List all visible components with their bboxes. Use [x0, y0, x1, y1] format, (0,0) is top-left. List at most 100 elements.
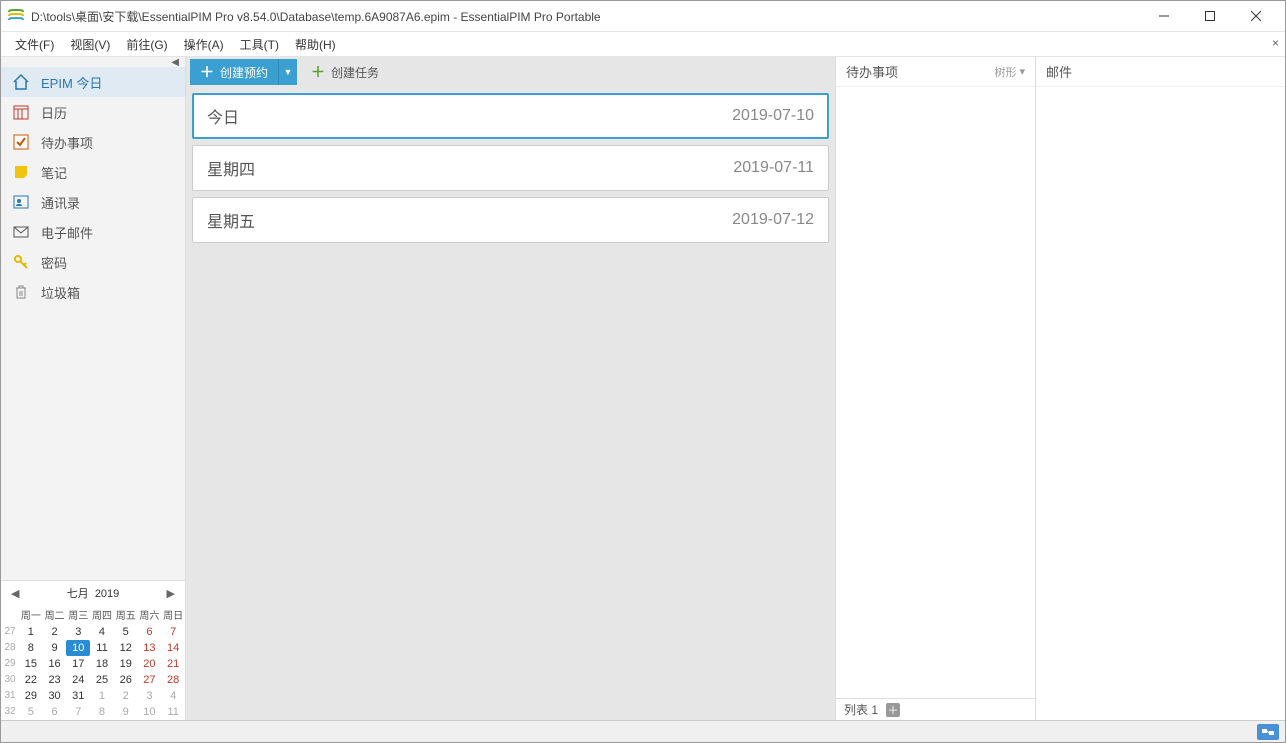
- content-toolbar: ＋ 创建预约 ▼ ＋ 创建任务: [186, 57, 835, 87]
- day-date: 2019-07-10: [732, 107, 814, 125]
- week-number: 30: [1, 672, 19, 688]
- create-appointment-button[interactable]: ＋ 创建预约: [190, 59, 279, 85]
- calendar-day[interactable]: 10: [138, 704, 162, 720]
- close-button[interactable]: [1233, 1, 1279, 31]
- calendar-day[interactable]: 24: [66, 672, 90, 688]
- sidebar-collapse-button[interactable]: ◀: [1, 57, 185, 67]
- sidebar-item-contacts[interactable]: 通讯录: [1, 187, 185, 217]
- menu-file[interactable]: 文件(F): [7, 32, 62, 57]
- chevron-down-icon: ▼: [284, 67, 293, 77]
- add-list-button[interactable]: ＋: [886, 703, 900, 717]
- day-card[interactable]: 星期五2019-07-12: [192, 197, 829, 243]
- calendar-day[interactable]: 3: [66, 624, 90, 640]
- main-area: ◀ EPIM 今日 日历 待办事项 笔记: [1, 57, 1285, 720]
- menubar: 文件(F) 视图(V) 前往(G) 操作(A) 工具(T) 帮助(H) ×: [1, 31, 1285, 57]
- week-number: 32: [1, 704, 19, 720]
- calendar-day[interactable]: 17: [66, 656, 90, 672]
- contacts-icon: [11, 192, 31, 212]
- week-number: 27: [1, 624, 19, 640]
- calendar-day[interactable]: 23: [43, 672, 67, 688]
- network-status-icon[interactable]: [1257, 724, 1279, 740]
- calendar-day[interactable]: 11: [161, 704, 185, 720]
- calendar-day[interactable]: 18: [90, 656, 114, 672]
- calendar-day[interactable]: 12: [114, 640, 138, 656]
- calendar-day[interactable]: 14: [161, 640, 185, 656]
- menubar-close-icon[interactable]: ×: [1272, 36, 1279, 50]
- sidebar-item-passwords[interactable]: 密码: [1, 247, 185, 277]
- menu-action[interactable]: 操作(A): [176, 32, 232, 57]
- calendar-day[interactable]: 16: [43, 656, 67, 672]
- minimize-button[interactable]: [1141, 1, 1187, 31]
- calendar-day[interactable]: 9: [43, 640, 67, 656]
- day-list: 今日2019-07-10 星期四2019-07-11 星期五2019-07-12: [186, 87, 835, 243]
- calendar-day[interactable]: 6: [43, 704, 67, 720]
- sidebar-item-todo[interactable]: 待办事项: [1, 127, 185, 157]
- menu-goto[interactable]: 前往(G): [118, 32, 175, 57]
- prev-month-button[interactable]: ◀: [7, 587, 23, 600]
- calendar-day[interactable]: 1: [19, 624, 43, 640]
- calendar-day[interactable]: 25: [90, 672, 114, 688]
- calendar-day[interactable]: 21: [161, 656, 185, 672]
- menu-help[interactable]: 帮助(H): [287, 32, 344, 57]
- calendar-day[interactable]: 4: [161, 688, 185, 704]
- menu-tools[interactable]: 工具(T): [232, 32, 287, 57]
- create-appointment-group: ＋ 创建预约 ▼: [190, 59, 297, 85]
- calendar-day[interactable]: 9: [114, 704, 138, 720]
- calendar-day[interactable]: 29: [19, 688, 43, 704]
- calendar-day[interactable]: 2: [114, 688, 138, 704]
- calendar-day[interactable]: 1: [90, 688, 114, 704]
- calendar-day[interactable]: 7: [66, 704, 90, 720]
- calendar-day[interactable]: 6: [138, 624, 162, 640]
- content-area: ＋ 创建预约 ▼ ＋ 创建任务 今日2019-07-10 星期四2019-07-1…: [186, 57, 835, 720]
- weekday-header: 周一: [19, 605, 43, 624]
- sidebar-item-epim-today[interactable]: EPIM 今日: [1, 67, 185, 97]
- todo-view-mode-dropdown[interactable]: 树形 ▾: [994, 64, 1025, 80]
- calendar-day[interactable]: 22: [19, 672, 43, 688]
- calendar-day[interactable]: 19: [114, 656, 138, 672]
- calendar-day[interactable]: 27: [138, 672, 162, 688]
- calendar-day[interactable]: 28: [161, 672, 185, 688]
- sidebar-item-notes[interactable]: 笔记: [1, 157, 185, 187]
- sidebar-item-calendar[interactable]: 日历: [1, 97, 185, 127]
- calendar-day[interactable]: 20: [138, 656, 162, 672]
- calendar-day[interactable]: 2: [43, 624, 67, 640]
- maximize-button[interactable]: [1187, 1, 1233, 31]
- day-card[interactable]: 星期四2019-07-11: [192, 145, 829, 191]
- calendar-day[interactable]: 31: [66, 688, 90, 704]
- mail-icon: [11, 222, 31, 242]
- create-appointment-dropdown[interactable]: ▼: [279, 59, 297, 85]
- calendar-day[interactable]: 7: [161, 624, 185, 640]
- calendar-day[interactable]: 10: [66, 640, 90, 656]
- calendar-day[interactable]: 8: [19, 640, 43, 656]
- sidebar-item-trash[interactable]: 垃圾箱: [1, 277, 185, 307]
- mini-calendar-grid: 周一周二周三周四周五周六周日27123456728891011121314291…: [1, 605, 185, 720]
- calendar-icon: [11, 102, 31, 122]
- calendar-day[interactable]: 15: [19, 656, 43, 672]
- calendar-day[interactable]: 11: [90, 640, 114, 656]
- calendar-day[interactable]: 5: [19, 704, 43, 720]
- panel-title: 邮件: [1046, 62, 1072, 81]
- calendar-day[interactable]: 13: [138, 640, 162, 656]
- list-tab[interactable]: 列表 1: [844, 701, 878, 718]
- calendar-day[interactable]: 3: [138, 688, 162, 704]
- calendar-day[interactable]: 5: [114, 624, 138, 640]
- day-date: 2019-07-11: [733, 159, 814, 177]
- menu-view[interactable]: 视图(V): [62, 32, 118, 57]
- statusbar: [1, 720, 1285, 742]
- calendar-day[interactable]: 8: [90, 704, 114, 720]
- month-year-label[interactable]: 七月 2019: [23, 585, 162, 601]
- mail-panel-body: [1036, 87, 1285, 720]
- next-month-button[interactable]: ▶: [163, 587, 179, 600]
- calendar-day[interactable]: 4: [90, 624, 114, 640]
- button-label: 创建预约: [220, 64, 268, 81]
- todo-panel-body: [836, 87, 1035, 698]
- todo-panel-footer: 列表 1 ＋: [836, 698, 1035, 720]
- calendar-day[interactable]: 26: [114, 672, 138, 688]
- sidebar-item-mail[interactable]: 电子邮件: [1, 217, 185, 247]
- day-card[interactable]: 今日2019-07-10: [192, 93, 829, 139]
- create-task-button[interactable]: ＋ 创建任务: [305, 62, 385, 82]
- weekday-header: 周二: [43, 605, 67, 624]
- sidebar-nav: EPIM 今日 日历 待办事项 笔记 通讯录: [1, 67, 185, 580]
- todo-panel-header: 待办事项 树形 ▾: [836, 57, 1035, 87]
- calendar-day[interactable]: 30: [43, 688, 67, 704]
